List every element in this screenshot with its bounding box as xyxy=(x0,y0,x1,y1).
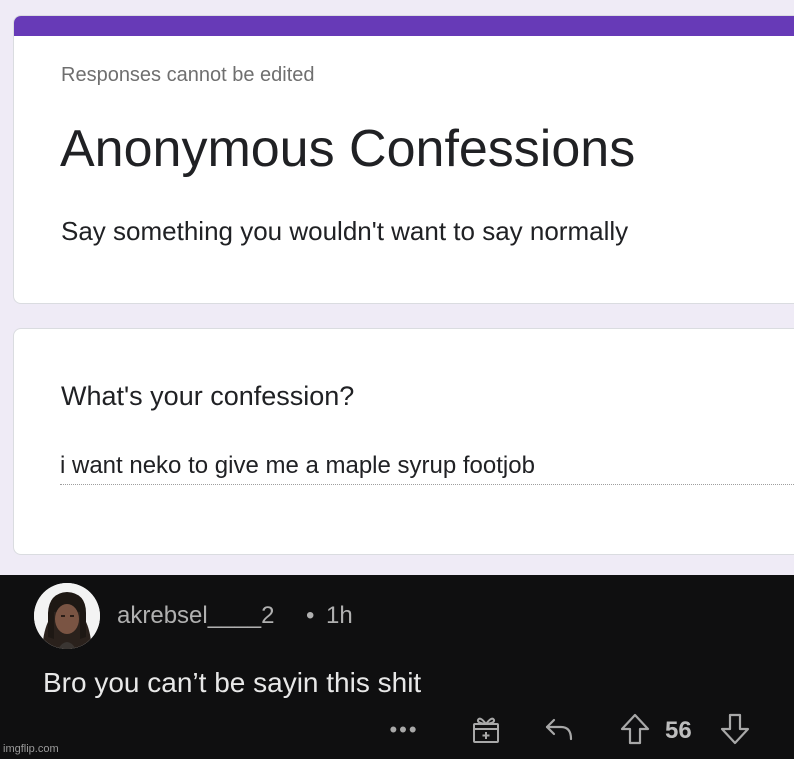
comment-username[interactable]: akrebsel____2 xyxy=(117,602,274,630)
question-card: What's your confession? i want neko to g… xyxy=(13,328,794,555)
downvote-icon[interactable] xyxy=(715,711,755,747)
comment-time: 1h xyxy=(326,602,353,629)
comment-panel: akrebsel____2 • 1h Bro you can’t be sayi… xyxy=(0,575,794,759)
watermark: imgflip.com xyxy=(3,743,59,755)
meta-separator: • xyxy=(306,602,315,629)
form-header-card: Responses cannot be edited Anonymous Con… xyxy=(13,15,794,304)
vote-score: 56 xyxy=(665,717,692,744)
avatar-image xyxy=(34,583,100,649)
responses-notice: Responses cannot be edited xyxy=(61,64,315,86)
question-label: What's your confession? xyxy=(61,381,355,411)
form-title: Anonymous Confessions xyxy=(60,120,636,178)
answer-field[interactable]: i want neko to give me a maple syrup foo… xyxy=(60,452,794,485)
reply-icon[interactable] xyxy=(541,713,577,745)
form-description: Say something you wouldn't want to say n… xyxy=(61,216,629,246)
more-icon[interactable]: ••• xyxy=(386,715,422,745)
form-accent-bar xyxy=(14,16,794,36)
comment-text: Bro you can’t be sayin this shit xyxy=(43,667,422,698)
award-icon[interactable] xyxy=(468,711,504,747)
upvote-icon[interactable] xyxy=(617,711,653,747)
avatar[interactable] xyxy=(34,583,100,649)
